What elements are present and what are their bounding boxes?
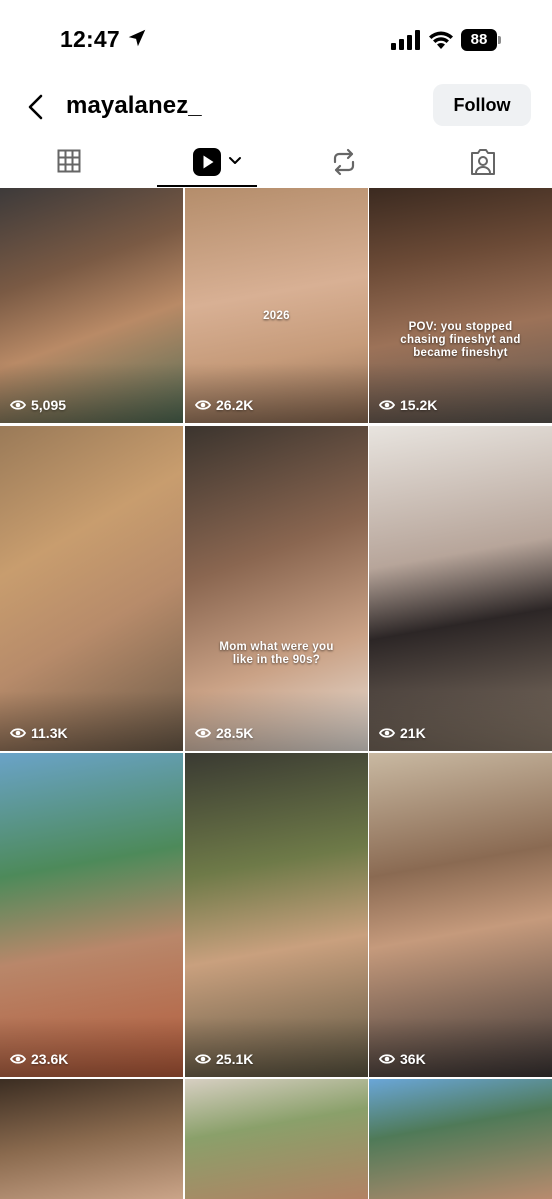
tile-shade [185, 1017, 368, 1077]
view-count: 26.2K [195, 397, 253, 413]
view-count: 11.3K [10, 725, 68, 741]
cellular-signal-icon [391, 30, 420, 50]
view-count: 25.1K [195, 1051, 253, 1067]
view-count-text: 25.1K [216, 1051, 254, 1067]
tile-shade [185, 691, 368, 751]
eye-icon [379, 728, 395, 738]
reel-caption: POV: you stopped chasing fineshyt and be… [400, 321, 521, 359]
reel-thumbnail [185, 1079, 368, 1199]
profile-username: mayalanez_ [66, 92, 202, 119]
view-count-text: 36K [400, 1051, 426, 1067]
tab-grid[interactable] [40, 138, 100, 188]
reel-tile[interactable] [0, 1079, 183, 1199]
tile-shade [185, 363, 368, 423]
back-chevron-icon[interactable] [22, 92, 50, 122]
reels-grid: 5,095 2026 26.2K POV: you stopped chasing f… [0, 188, 552, 1199]
tile-shade [369, 691, 552, 751]
reel-caption: 2026 [263, 310, 290, 322]
location-arrow-icon [128, 29, 146, 47]
reel-tile[interactable]: 21K [369, 426, 552, 751]
tile-shade [369, 363, 552, 423]
reel-tile[interactable]: 2026 26.2K [185, 188, 368, 423]
reel-thumbnail [0, 1079, 183, 1199]
view-count: 23.6K [10, 1051, 68, 1067]
tile-shade [0, 363, 183, 423]
active-tab-indicator [157, 185, 257, 187]
eye-icon [195, 728, 211, 738]
view-count: 28.5K [195, 725, 253, 741]
view-count-text: 26.2K [216, 397, 254, 413]
view-count: 21K [379, 725, 426, 741]
view-count-text: 21K [400, 725, 426, 741]
tagged-icon [471, 149, 495, 175]
tab-reposts[interactable] [315, 138, 375, 188]
eye-icon [10, 1054, 26, 1064]
grid-icon [57, 149, 81, 173]
tile-shade [0, 1017, 183, 1077]
reel-tile[interactable]: POV: you stopped chasing fineshyt and be… [369, 188, 552, 423]
reel-caption: Mom what were you like in the 90s? [219, 641, 334, 666]
reel-tile[interactable]: 5,095 [0, 188, 183, 423]
wifi-icon [429, 31, 453, 49]
reel-tile[interactable] [185, 1079, 368, 1199]
status-time: 12:47 [60, 26, 120, 52]
tile-shade [0, 691, 183, 751]
reel-tile[interactable] [369, 1079, 552, 1199]
view-count-text: 11.3K [31, 725, 68, 741]
chevron-down-icon [229, 157, 241, 164]
profile-header: mayalanez_ Follow [0, 80, 552, 136]
view-count-text: 5,095 [31, 397, 67, 413]
reel-thumbnail [369, 1079, 552, 1199]
eye-icon [379, 1054, 395, 1064]
view-count-text: 23.6K [31, 1051, 69, 1067]
repost-icon [333, 148, 355, 176]
battery-cap [498, 36, 501, 44]
status-bar: 12:47 88 [0, 0, 552, 80]
tile-shade [369, 1017, 552, 1077]
reel-tile[interactable]: 36K [369, 753, 552, 1077]
reel-tile[interactable]: Mom what were you like in the 90s? 28.5K [185, 426, 368, 751]
reels-icon [193, 148, 221, 176]
reel-tile[interactable]: 23.6K [0, 753, 183, 1077]
view-count: 5,095 [10, 397, 66, 413]
reel-tile[interactable]: 11.3K [0, 426, 183, 751]
eye-icon [10, 400, 26, 410]
view-count: 15.2K [379, 397, 437, 413]
view-count-text: 15.2K [400, 397, 438, 413]
eye-icon [379, 400, 395, 410]
eye-icon [10, 728, 26, 738]
profile-tabs [0, 138, 552, 188]
follow-button[interactable]: Follow [433, 84, 531, 126]
battery-indicator: 88 [461, 29, 497, 51]
reel-tile[interactable]: 25.1K [185, 753, 368, 1077]
tab-tagged[interactable] [455, 138, 515, 188]
view-count-text: 28.5K [216, 725, 254, 741]
eye-icon [195, 400, 211, 410]
eye-icon [195, 1054, 211, 1064]
view-count: 36K [379, 1051, 426, 1067]
tab-reels[interactable] [180, 138, 260, 188]
